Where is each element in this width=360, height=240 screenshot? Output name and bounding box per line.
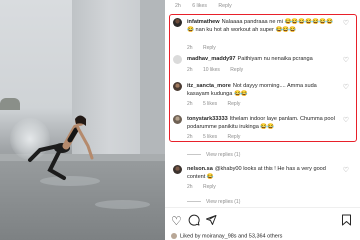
comment-username[interactable]: tonystark33333 xyxy=(187,116,228,122)
view-replies-button[interactable]: View replies (1) xyxy=(187,152,240,158)
reply-button[interactable]: Reply xyxy=(203,184,216,190)
liked-by-row[interactable]: Liked by moiranay_98s and 53,364 others xyxy=(171,233,282,239)
bookmark-icon[interactable] xyxy=(341,214,352,228)
post-image[interactable] xyxy=(0,0,165,240)
reply-button[interactable]: Reply xyxy=(218,3,231,9)
comment-text-block: madhav_maddy97 Paithiyam nu nenaika pcran… xyxy=(187,55,337,63)
liked-by-text: Liked by moiranay_98s and 53,364 others xyxy=(180,233,283,240)
avatar[interactable] xyxy=(173,82,182,91)
comment-username[interactable]: nelson.sa xyxy=(187,166,213,172)
heart-icon[interactable]: ♡ xyxy=(343,166,349,174)
comment-meta: 2h 5 likes Reply xyxy=(187,101,241,107)
comment-icon[interactable] xyxy=(188,214,200,228)
heart-icon[interactable]: ♡ xyxy=(343,83,349,91)
comment-text: Paithiyam nu nenaika pcranga xyxy=(237,56,313,62)
avatar[interactable] xyxy=(173,55,182,64)
previous-comment-meta: 2h 6 likes Reply xyxy=(175,3,232,9)
comment-meta: 2h 5 likes Reply xyxy=(187,134,241,140)
heart-icon[interactable]: ♡ xyxy=(343,116,349,124)
comment-text-block: tonystark33333 Ithelam indoor laye panlam… xyxy=(187,115,337,131)
reply-button[interactable]: Reply xyxy=(230,67,243,73)
avatar[interactable] xyxy=(173,115,182,124)
reply-button[interactable]: Reply xyxy=(228,134,241,140)
divider xyxy=(165,207,360,208)
comment-meta: 2h Reply xyxy=(187,45,216,51)
heart-icon[interactable]: ♡ xyxy=(343,19,349,27)
share-icon[interactable] xyxy=(205,214,217,228)
comment-text-block: nelson.sa @khaby00 looks at this ! He has… xyxy=(187,165,337,181)
comment-text-block: infatmathew Nalaaaa pandraaa ne mi 😂😂😂😂😂😂… xyxy=(187,18,337,34)
post-action-bar: ♡ xyxy=(171,214,356,228)
comments-panel: 2h 6 likes Reply infatmathew Nalaaaa pand… xyxy=(165,0,360,240)
person-figure xyxy=(28,115,94,180)
comment-meta: 2h Reply xyxy=(187,184,216,190)
comment-meta: 2h 10 likes Reply xyxy=(187,67,244,73)
view-replies-button[interactable]: View replies (1) xyxy=(187,199,240,205)
avatar xyxy=(171,233,177,239)
reply-button[interactable]: Reply xyxy=(228,101,241,107)
avatar[interactable] xyxy=(173,165,182,174)
comment-text-block: itz_sancta_more Not dayyy morning.... Amm… xyxy=(187,82,337,98)
comment-username[interactable]: itz_sancta_more xyxy=(187,83,231,89)
comment-username[interactable]: madhav_maddy97 xyxy=(187,56,236,62)
heart-icon[interactable]: ♡ xyxy=(343,56,349,64)
reply-button[interactable]: Reply xyxy=(203,45,216,51)
comment-username[interactable]: infatmathew xyxy=(187,19,220,25)
avatar[interactable] xyxy=(173,18,182,27)
heart-icon[interactable]: ♡ xyxy=(171,214,182,228)
